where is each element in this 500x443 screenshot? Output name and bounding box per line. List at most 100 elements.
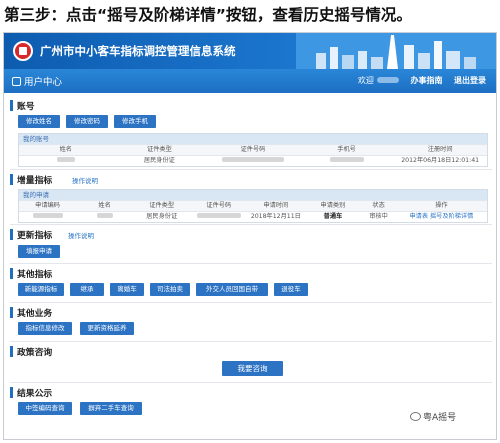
welcome-label: 欢迎 xyxy=(357,76,374,85)
divider xyxy=(10,169,492,170)
section-increment: 增量指标 操作说明 xyxy=(10,173,492,186)
section-marker xyxy=(10,387,13,398)
redacted-value xyxy=(329,157,364,162)
main-content: 账号 修改姓名 修改密码 修改手机 我的账号 姓名 证件类型 证件号码 手机号 … xyxy=(10,97,492,437)
emblem-icon xyxy=(13,41,33,61)
user-center-icon xyxy=(12,77,21,86)
consult-button[interactable]: 我要咨询 xyxy=(222,361,283,376)
section-marker xyxy=(10,229,13,240)
column-header: 姓名 xyxy=(59,146,72,153)
section-account: 账号 xyxy=(10,99,492,112)
cell-name xyxy=(19,156,113,166)
judicial-auction-button[interactable]: 司法拍卖 xyxy=(150,283,190,296)
diplomat-car-button[interactable]: 外交人员回国自带 xyxy=(196,283,268,296)
cell-register-time: 2012年06月18日12:01:41 xyxy=(401,157,480,164)
section-update: 更新指标 操作说明 xyxy=(10,228,492,241)
user-center-label: 用户中心 xyxy=(24,77,63,88)
update-help-link[interactable]: 操作说明 xyxy=(68,230,94,240)
column-header: 状态 xyxy=(372,202,385,209)
divorce-car-button[interactable]: 离婚车 xyxy=(110,283,144,296)
table-row: 居民身份证 2018年12月11日 普通车 审核中 申请表 摇号及阶梯详情 xyxy=(19,211,487,222)
column-header: 操作 xyxy=(435,202,448,209)
divider xyxy=(10,382,492,383)
section-results: 结果公示 xyxy=(10,386,492,399)
section-marker xyxy=(10,174,13,185)
system-title: 广州市中小客车指标调控管理信息系统 xyxy=(40,44,236,58)
winning-code-query-button[interactable]: 中签编码查询 xyxy=(18,402,72,415)
edit-phone-button[interactable]: 修改手机 xyxy=(114,115,156,128)
section-policy-title: 政策咨询 xyxy=(17,348,53,358)
cell-status: 审核中 xyxy=(369,213,388,220)
cell-phone xyxy=(300,156,394,166)
table-row: 居民身份证 2012年06月18日12:01:41 xyxy=(19,155,487,166)
column-header: 申请编码 xyxy=(35,202,60,209)
redacted-value xyxy=(221,157,284,162)
column-header: 注册时间 xyxy=(427,146,453,153)
column-header: 证件号码 xyxy=(240,146,266,153)
edit-password-button[interactable]: 修改密码 xyxy=(66,115,108,128)
redacted-value xyxy=(96,213,113,218)
section-update-title: 更新指标 xyxy=(17,231,53,241)
username-redacted xyxy=(376,77,399,83)
cell-id-number xyxy=(190,212,247,222)
wechat-icon xyxy=(410,412,421,421)
divider xyxy=(10,263,492,264)
section-marker xyxy=(10,100,13,111)
divider xyxy=(10,224,492,225)
edit-name-button[interactable]: 修改姓名 xyxy=(18,115,60,128)
account-table: 我的账号 姓名 证件类型 证件号码 手机号 注册时间 居民身份证 2012年06… xyxy=(18,133,488,167)
cell-apply-time: 2018年12月11日 xyxy=(250,213,301,220)
increment-help-link[interactable]: 操作说明 xyxy=(72,175,98,185)
section-other-index-title: 其他指标 xyxy=(17,270,53,280)
city-skyline-image xyxy=(296,33,496,69)
section-other-business: 其他业务 xyxy=(10,306,492,319)
column-header: 手机号 xyxy=(337,146,356,153)
redacted-value xyxy=(32,213,63,218)
cell-apply-type: 普通车 xyxy=(323,213,343,220)
nav-links: 欢迎 办事指南 退出登录 xyxy=(340,75,486,86)
account-table-caption: 我的账号 xyxy=(19,134,487,144)
redacted-value xyxy=(196,213,241,218)
used-car-query-button[interactable]: 摒弃二手车查询 xyxy=(80,402,142,415)
column-header: 证件号码 xyxy=(206,202,232,209)
section-marker xyxy=(10,268,13,279)
cell-id-type: 居民身份证 xyxy=(146,213,178,220)
cell-apply-code xyxy=(19,212,76,222)
browser-frame: 广州市中小客车指标调控管理信息系统 用户中心 欢迎 办事指南 退出登录 账号 修… xyxy=(3,32,497,440)
step-instruction: 第三步：点击“摇号及阶梯详情”按钮，查看历史摇号情况。 xyxy=(4,6,412,24)
section-marker xyxy=(10,346,13,357)
section-policy: 政策咨询 xyxy=(10,345,492,358)
renew-qualification-button[interactable]: 更新资格延养 xyxy=(80,322,134,335)
redacted-value xyxy=(56,157,75,162)
nav-guide-link[interactable]: 办事指南 xyxy=(410,76,442,85)
cell-id-number xyxy=(206,156,300,166)
watermark-label: 粤A摇号 xyxy=(423,413,457,423)
cell-id-type: 居民身份证 xyxy=(143,157,175,164)
column-header: 证件类型 xyxy=(147,146,172,153)
nav-logout-link[interactable]: 退出登录 xyxy=(454,76,486,85)
user-center-title: 用户中心 xyxy=(12,74,62,88)
site-banner: 广州市中小客车指标调控管理信息系统 xyxy=(4,33,496,69)
application-table-caption: 我的申请 xyxy=(19,190,487,200)
column-header: 申请时间 xyxy=(263,202,289,209)
column-header: 证件类型 xyxy=(149,202,175,209)
section-other-business-title: 其他业务 xyxy=(17,309,53,319)
cell-name xyxy=(76,212,133,222)
section-other-index: 其他指标 xyxy=(10,267,492,280)
section-account-title: 账号 xyxy=(17,102,35,112)
fill-application-button[interactable]: 填报申请 xyxy=(18,245,60,258)
divider xyxy=(10,341,492,342)
section-results-title: 结果公示 xyxy=(17,389,53,399)
edit-index-info-button[interactable]: 指标信息修改 xyxy=(18,322,72,335)
application-table: 我的申请 申请编码 姓名 证件类型 证件号码 申请时间 申请类别 状态 操作 居… xyxy=(18,189,488,223)
column-header: 姓名 xyxy=(98,202,111,209)
retired-car-button[interactable]: 退役车 xyxy=(274,283,308,296)
inherit-button[interactable]: 继承 xyxy=(70,283,104,296)
table-header-row: 申请编码 姓名 证件类型 证件号码 申请时间 申请类别 状态 操作 xyxy=(19,200,487,211)
section-increment-title: 增量指标 xyxy=(17,176,53,186)
new-energy-button[interactable]: 新能源指标 xyxy=(18,283,64,296)
table-header-row: 姓名 证件类型 证件号码 手机号 注册时间 xyxy=(19,144,487,155)
lottery-detail-link[interactable]: 申请表 摇号及阶梯详情 xyxy=(396,212,487,222)
section-marker xyxy=(10,307,13,318)
divider xyxy=(10,302,492,303)
